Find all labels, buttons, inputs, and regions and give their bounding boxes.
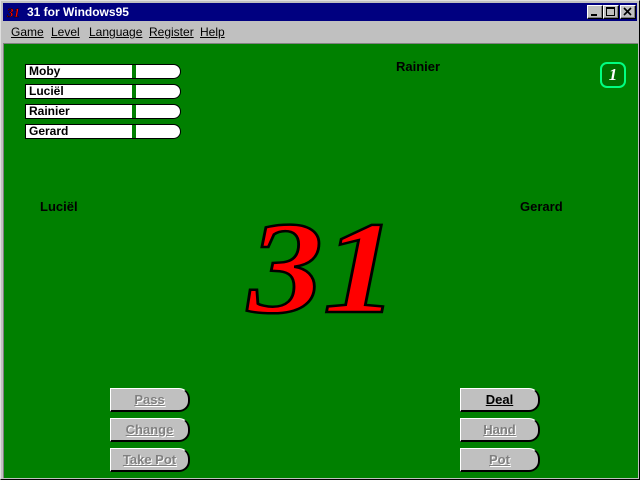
score-player-name: Rainier bbox=[29, 104, 70, 118]
menu-language-label: Language bbox=[89, 25, 143, 39]
close-icon bbox=[623, 7, 632, 16]
change-button[interactable]: Change bbox=[110, 418, 190, 442]
app-window: 31 31 for Windows95 Game Level Language … bbox=[0, 0, 640, 480]
score-marker bbox=[132, 105, 136, 118]
menu-bar: Game Level Language Register Help bbox=[3, 22, 637, 42]
player-top-name: Rainier bbox=[396, 59, 441, 74]
score-player-name: Luciël bbox=[29, 84, 64, 98]
menu-register-label: Register bbox=[149, 25, 194, 39]
hand-button-label: Hand bbox=[483, 422, 516, 437]
score-marker bbox=[132, 125, 136, 138]
round-counter: 1 bbox=[600, 62, 626, 88]
score-player-name: Moby bbox=[29, 64, 61, 78]
pot-button[interactable]: Pot bbox=[460, 448, 540, 472]
menu-game[interactable]: Game bbox=[11, 25, 44, 39]
31-logo-icon[interactable]: 31 bbox=[6, 4, 24, 20]
menu-help[interactable]: Help bbox=[200, 25, 225, 39]
svg-text:31: 31 bbox=[6, 5, 20, 20]
title-bar[interactable]: 31 31 for Windows95 bbox=[3, 3, 637, 21]
hand-button[interactable]: Hand bbox=[460, 418, 540, 442]
deal-button[interactable]: Deal bbox=[460, 388, 540, 412]
window-title: 31 for Windows95 bbox=[27, 5, 129, 19]
menu-language[interactable]: Language bbox=[89, 25, 142, 39]
score-marker bbox=[132, 65, 136, 78]
menu-level-label: Level bbox=[51, 25, 80, 39]
maximize-icon bbox=[606, 7, 615, 16]
score-row-luciel: Luciël bbox=[25, 84, 181, 99]
maximize-button[interactable] bbox=[603, 5, 619, 19]
player-right-name: Gerard bbox=[520, 199, 563, 214]
score-marker bbox=[132, 85, 136, 98]
31-logo: 31 bbox=[244, 204, 399, 329]
change-button-label: Change bbox=[125, 422, 174, 437]
menu-game-label: Game bbox=[11, 25, 44, 39]
score-row-gerard: Gerard bbox=[25, 124, 181, 139]
deal-button-label: Deal bbox=[485, 392, 514, 407]
close-button[interactable] bbox=[620, 5, 636, 19]
card-table: Moby Luciël Rainier Gerard Rainier Lucië… bbox=[3, 43, 638, 478]
pot-button-label: Pot bbox=[489, 452, 510, 467]
player-left-name: Luciël bbox=[40, 199, 78, 214]
pass-button[interactable]: Pass bbox=[110, 388, 190, 412]
minimize-button[interactable] bbox=[587, 5, 603, 19]
menu-level[interactable]: Level bbox=[51, 25, 80, 39]
menu-help-label: Help bbox=[200, 25, 225, 39]
menu-register[interactable]: Register bbox=[149, 25, 194, 39]
31-logo-text: 31 bbox=[246, 204, 398, 329]
score-row-moby: Moby bbox=[25, 64, 181, 79]
score-row-rainier: Rainier bbox=[25, 104, 181, 119]
minimize-icon bbox=[591, 14, 597, 16]
pass-button-label: Pass bbox=[134, 392, 165, 407]
score-player-name: Gerard bbox=[29, 124, 69, 138]
take-pot-button-label: Take Pot bbox=[122, 452, 177, 467]
take-pot-button[interactable]: Take Pot bbox=[110, 448, 190, 472]
